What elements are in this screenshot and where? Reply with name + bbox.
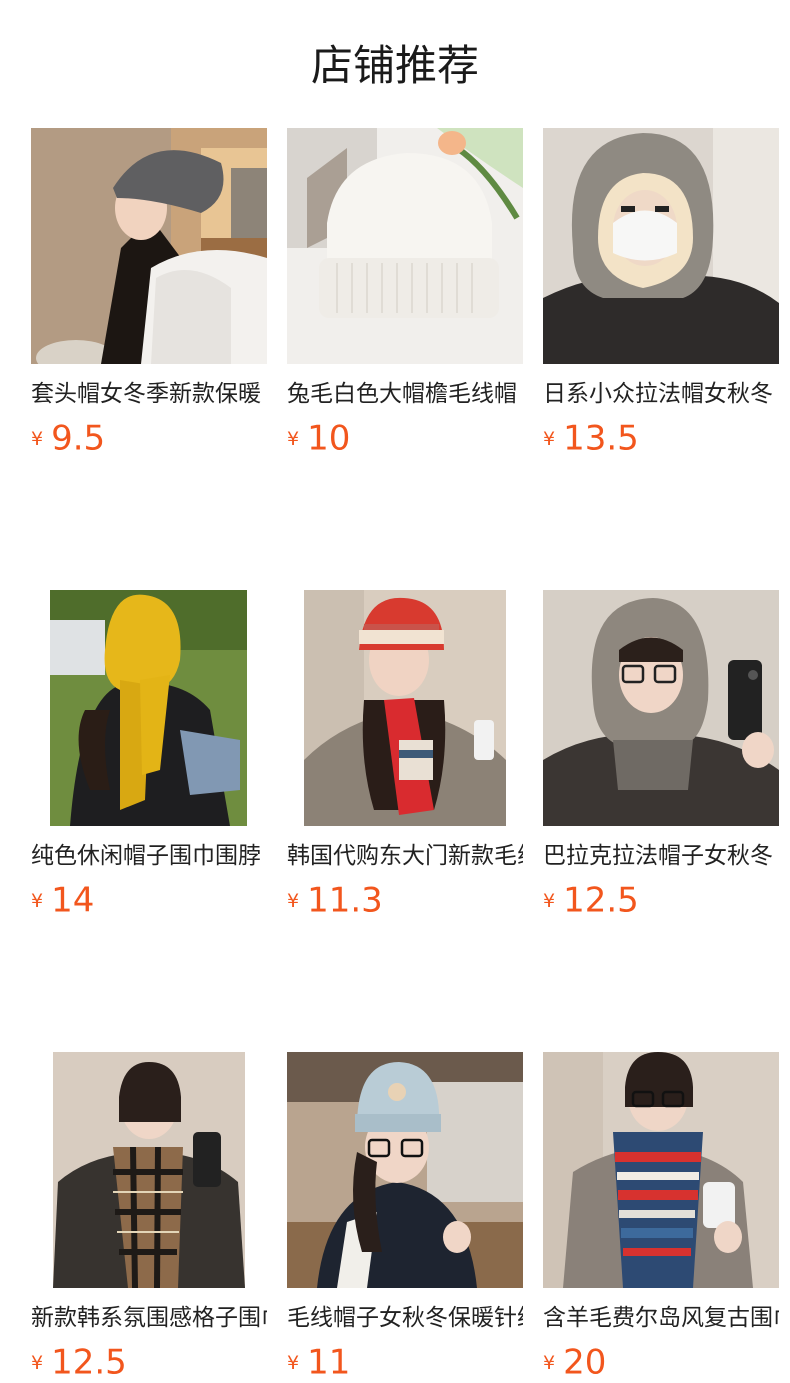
currency-symbol: ¥: [287, 1351, 300, 1374]
white-knit-hat-photo: [287, 128, 523, 364]
price-amount: 13.5: [563, 418, 639, 459]
product-price: ¥13.5: [543, 418, 779, 459]
product-image[interactable]: [543, 128, 779, 364]
currency-symbol: ¥: [543, 1351, 556, 1374]
price-amount: 20: [563, 1342, 607, 1383]
product-price: ¥11.3: [287, 880, 523, 921]
page-title: 店铺推荐: [310, 41, 479, 90]
product-image[interactable]: [31, 1052, 267, 1288]
currency-symbol: ¥: [543, 889, 556, 912]
currency-symbol: ¥: [287, 889, 300, 912]
product-price: ¥14: [31, 880, 267, 921]
plaid-scarf-photo: [53, 1052, 245, 1288]
product-name[interactable]: 新款韩系氛围感格子围巾: [31, 1302, 267, 1334]
product-card[interactable]: 韩国代购东大门新款毛线 ¥11.3: [287, 590, 523, 921]
currency-symbol: ¥: [31, 889, 44, 912]
product-image[interactable]: [31, 590, 267, 826]
product-image[interactable]: [543, 1052, 779, 1288]
price-amount: 12.5: [563, 880, 639, 921]
grey-beanie-girl-photo: [31, 128, 267, 364]
price-amount: 11.3: [307, 880, 383, 921]
product-card[interactable]: 兔毛白色大帽檐毛线帽 ¥10: [287, 128, 523, 459]
product-price: ¥11: [287, 1342, 523, 1383]
product-name[interactable]: 毛线帽子女秋冬保暖针织: [287, 1302, 523, 1334]
product-image[interactable]: [287, 590, 523, 826]
price-amount: 9.5: [51, 418, 106, 459]
product-card[interactable]: 纯色休闲帽子围巾围脖 ¥14: [31, 590, 267, 921]
currency-symbol: ¥: [31, 427, 44, 450]
product-card[interactable]: 套头帽女冬季新款保暖 ¥9.5: [31, 128, 267, 459]
product-card[interactable]: 含羊毛费尔岛风复古围巾 ¥20: [543, 1052, 779, 1383]
red-fairisle-hat-scarf-photo: [304, 590, 506, 826]
product-card[interactable]: 毛线帽子女秋冬保暖针织 ¥11: [287, 1052, 523, 1383]
product-price: ¥20: [543, 1342, 779, 1383]
product-image[interactable]: [287, 128, 523, 364]
product-name[interactable]: 兔毛白色大帽檐毛线帽: [287, 378, 523, 410]
price-amount: 10: [307, 418, 351, 459]
yellow-hood-scarf-photo: [50, 590, 247, 826]
product-price: ¥12.5: [543, 880, 779, 921]
balaclava-hood-photo: [543, 128, 779, 364]
price-amount: 12.5: [51, 1342, 127, 1383]
product-grid: 套头帽女冬季新款保暖 ¥9.5 兔毛白色大帽檐毛线帽 ¥ 10 日系小众拉法帽女…: [31, 128, 790, 1383]
price-amount: 14: [51, 880, 95, 921]
blue-embroidered-beanie-photo: [287, 1052, 523, 1288]
grey-balaclava-mirror-photo: [543, 590, 779, 826]
product-card[interactable]: 日系小众拉法帽女秋冬 ¥13.5: [543, 128, 779, 459]
product-name[interactable]: 韩国代购东大门新款毛线: [287, 840, 523, 872]
product-name[interactable]: 套头帽女冬季新款保暖: [31, 378, 267, 410]
product-image[interactable]: [543, 590, 779, 826]
product-name[interactable]: 日系小众拉法帽女秋冬: [543, 378, 779, 410]
product-card[interactable]: 新款韩系氛围感格子围巾 ¥12.5: [31, 1052, 267, 1383]
product-card[interactable]: 巴拉克拉法帽子女秋冬 ¥12.5: [543, 590, 779, 921]
product-image[interactable]: [31, 128, 267, 364]
currency-symbol: ¥: [543, 427, 556, 450]
currency-symbol: ¥: [287, 427, 300, 450]
product-name[interactable]: 纯色休闲帽子围巾围脖: [31, 840, 267, 872]
currency-symbol: ¥: [31, 1351, 44, 1374]
product-price: ¥12.5: [31, 1342, 267, 1383]
product-price: ¥10: [287, 418, 523, 459]
price-amount: 11: [307, 1342, 351, 1383]
product-name[interactable]: 巴拉克拉法帽子女秋冬: [543, 840, 779, 872]
product-image[interactable]: [287, 1052, 523, 1288]
product-name[interactable]: 含羊毛费尔岛风复古围巾: [543, 1302, 779, 1334]
product-price: ¥9.5: [31, 418, 267, 459]
fairisle-scarf-photo: [543, 1052, 779, 1288]
